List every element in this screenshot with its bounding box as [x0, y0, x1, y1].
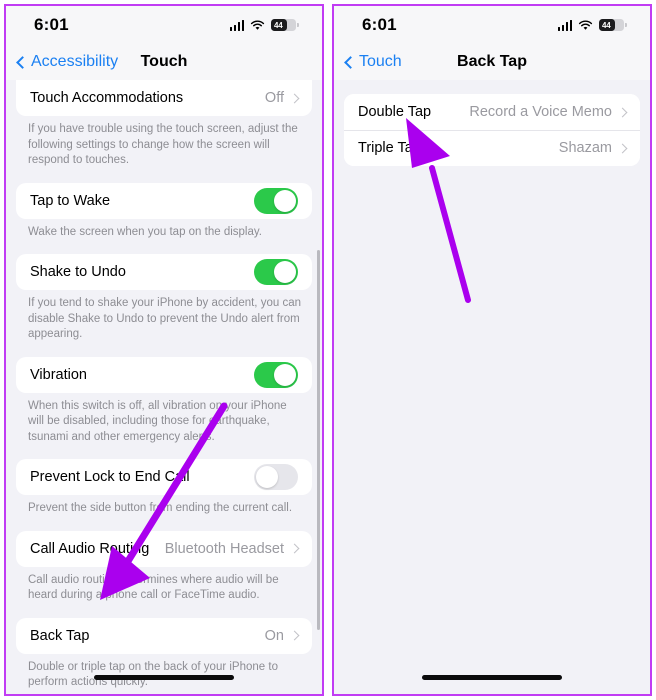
toggle-shake-to-undo[interactable] — [254, 259, 298, 286]
row-back-tap[interactable]: Back Tap On — [16, 617, 312, 654]
phone-screen-back-tap: 6:01 44 Touch Back Tap Double Tap Record… — [332, 4, 652, 696]
toggle-tap-to-wake[interactable] — [254, 187, 298, 214]
footnote-touch-accommodations: If you have trouble using the touch scre… — [28, 123, 298, 167]
row-label: Vibration — [30, 366, 87, 383]
back-button-accessibility[interactable]: Accessibility — [16, 53, 119, 71]
chevron-right-icon — [289, 543, 300, 554]
row-label: Triple Tap — [358, 140, 421, 156]
row-label: Touch Accommodations — [30, 90, 184, 106]
back-button-label: Accessibility — [31, 53, 119, 70]
battery-icon: 44 — [599, 18, 627, 32]
row-prevent-lock-to-end-call[interactable]: Prevent Lock to End Call — [16, 459, 312, 496]
phone-panel-touch: 6:01 44 Accessibility Touch Touch Accomm… — [0, 0, 328, 700]
screenshot-stage: 6:01 44 Accessibility Touch Touch Accomm… — [0, 0, 656, 700]
row-vibration[interactable]: Vibration — [16, 356, 312, 393]
status-bar: 6:01 44 — [6, 6, 322, 44]
toggle-knob — [256, 466, 278, 489]
row-label: Tap to Wake — [30, 192, 111, 209]
group-touch-accommodations: Touch Accommodations Off — [16, 80, 312, 116]
chevron-left-icon — [16, 55, 29, 69]
status-time: 6:01 — [34, 15, 69, 34]
row-call-audio-routing[interactable]: Call Audio Routing Bluetooth Headset — [16, 530, 312, 567]
nav-bar: Touch Back Tap — [334, 44, 650, 80]
status-bar: 6:01 44 — [334, 6, 650, 44]
wifi-icon — [578, 19, 593, 31]
toggle-knob — [274, 261, 296, 284]
chevron-right-icon — [617, 143, 628, 153]
group-back-tap-actions: Double Tap Record a Voice Memo Triple Ta… — [344, 94, 640, 166]
chevron-left-icon — [344, 55, 357, 69]
footnote-call-audio-routing: Call audio routing determines where audi… — [28, 573, 279, 602]
battery-level: 44 — [602, 20, 611, 30]
back-button-label: Touch — [359, 53, 402, 70]
row-label: Back Tap — [30, 627, 90, 644]
toggle-prevent-lock-to-end-call[interactable] — [254, 464, 298, 491]
footnote-prevent-lock-to-end-call: Prevent the side button from ending the … — [28, 502, 293, 515]
nav-bar: Accessibility Touch — [6, 44, 322, 80]
row-accessory: Record a Voice Memo — [469, 104, 628, 120]
chevron-right-icon — [289, 630, 300, 641]
row-touch-accommodations[interactable]: Touch Accommodations Off — [16, 80, 312, 116]
row-label: Prevent Lock to End Call — [30, 469, 190, 486]
group-vibration: Vibration — [16, 356, 312, 393]
row-value: Shazam — [558, 140, 612, 156]
row-value: Record a Voice Memo — [469, 104, 612, 120]
settings-scroll-area[interactable]: Double Tap Record a Voice Memo Triple Ta… — [334, 80, 650, 694]
footnote-shake-to-undo: If you tend to shake your iPhone by acci… — [28, 297, 301, 341]
home-indicator — [422, 675, 562, 680]
row-value: Off — [264, 90, 284, 106]
status-time: 6:01 — [362, 15, 397, 34]
home-indicator — [94, 675, 234, 680]
row-double-tap[interactable]: Double Tap Record a Voice Memo — [344, 94, 640, 130]
row-label: Shake to Undo — [30, 264, 126, 281]
row-accessory: On — [264, 627, 300, 644]
cellular-signal-icon — [229, 19, 244, 31]
vertical-scrollbar[interactable] — [317, 250, 320, 630]
cellular-signal-icon — [557, 19, 572, 31]
row-value: Bluetooth Headset — [164, 540, 284, 557]
row-label: Call Audio Routing — [30, 540, 150, 557]
row-shake-to-undo[interactable]: Shake to Undo — [16, 254, 312, 291]
toggle-knob — [274, 189, 296, 212]
status-indicators: 44 — [557, 18, 627, 32]
row-accessory: Off — [264, 90, 300, 106]
toggle-knob — [274, 363, 296, 386]
footnote-tap-to-wake: Wake the screen when you tap on the disp… — [28, 225, 262, 238]
chevron-right-icon — [289, 93, 300, 103]
phone-screen-touch: 6:01 44 Accessibility Touch Touch Accomm… — [4, 4, 324, 696]
footnote-back-tap: Double or triple tap on the back of your… — [28, 660, 278, 689]
back-button-touch[interactable]: Touch — [344, 53, 402, 71]
group-prevent-lock-to-end-call: Prevent Lock to End Call — [16, 459, 312, 496]
row-accessory: Bluetooth Headset — [164, 540, 300, 557]
row-value: On — [264, 627, 284, 644]
settings-scroll-area[interactable]: Touch Accommodations Off If you have tro… — [6, 80, 322, 694]
phone-panel-back-tap: 6:01 44 Touch Back Tap Double Tap Record… — [328, 0, 656, 700]
row-triple-tap[interactable]: Triple Tap Shazam — [344, 130, 640, 166]
row-tap-to-wake[interactable]: Tap to Wake — [16, 182, 312, 219]
group-shake-to-undo: Shake to Undo — [16, 254, 312, 291]
status-indicators: 44 — [229, 18, 299, 32]
group-call-audio-routing: Call Audio Routing Bluetooth Headset — [16, 530, 312, 567]
group-back-tap: Back Tap On — [16, 617, 312, 654]
battery-level: 44 — [274, 20, 283, 30]
row-label: Double Tap — [358, 104, 432, 120]
row-accessory: Shazam — [558, 140, 628, 156]
battery-icon: 44 — [271, 18, 299, 32]
toggle-vibration[interactable] — [254, 361, 298, 388]
group-tap-to-wake: Tap to Wake — [16, 182, 312, 219]
wifi-icon — [250, 19, 265, 31]
footnote-vibration: When this switch is off, all vibration o… — [28, 399, 287, 443]
chevron-right-icon — [617, 107, 628, 117]
